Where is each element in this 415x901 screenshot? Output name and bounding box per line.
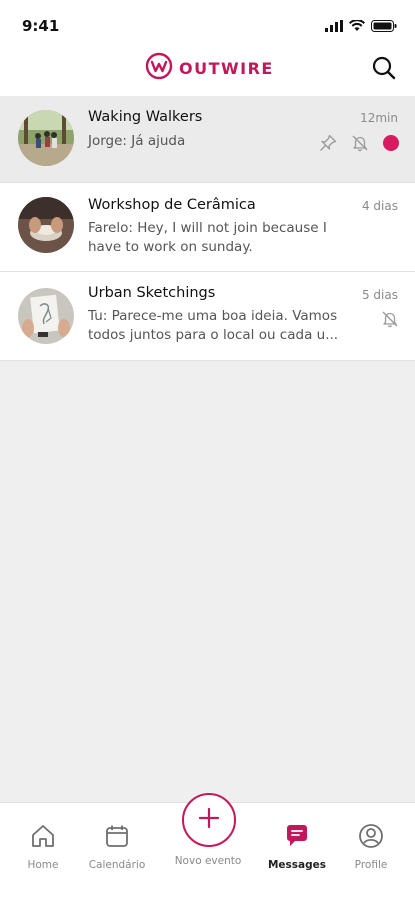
nav-home[interactable]: Home bbox=[8, 823, 78, 871]
logo-text: OUTWIRE bbox=[179, 58, 274, 78]
status-bar: 9:41 bbox=[0, 0, 415, 50]
logo-icon bbox=[145, 52, 173, 84]
bottom-navigation: Home Calendário Novo evento Messages Pro… bbox=[0, 793, 415, 901]
conversation-item[interactable]: Waking Walkers 12min Jorge: Já ajuda bbox=[0, 96, 415, 183]
conversation-time: 5 dias bbox=[361, 288, 398, 302]
muted-bell-icon bbox=[351, 134, 369, 156]
signal-icon bbox=[325, 17, 343, 36]
conversation-name: Urban Sketchings bbox=[88, 285, 216, 301]
status-time: 9:41 bbox=[22, 17, 60, 35]
app-logo: OUTWIRE bbox=[145, 52, 274, 84]
app-header: OUTWIRE bbox=[0, 50, 415, 96]
conversation-preview: Jorge: Já ajuda bbox=[88, 133, 186, 149]
avatar bbox=[18, 197, 74, 253]
conversation-item[interactable]: Workshop de Cerâmica 4 dias Farelo: Hey,… bbox=[0, 183, 415, 272]
nav-profile[interactable]: Profile bbox=[336, 823, 406, 871]
avatar bbox=[18, 288, 74, 344]
calendar-icon bbox=[104, 825, 130, 853]
chat-bubble-icon bbox=[284, 825, 310, 853]
nav-calendar-label: Calendário bbox=[88, 859, 146, 871]
conversation-list: Waking Walkers 12min Jorge: Já ajuda Wor… bbox=[0, 96, 415, 361]
new-event-label: Novo evento bbox=[174, 855, 242, 867]
conversation-item[interactable]: Urban Sketchings 5 dias Tu: Parece-me um… bbox=[0, 272, 415, 361]
battery-icon bbox=[371, 17, 397, 36]
profile-icon bbox=[358, 824, 384, 853]
conversation-name: Workshop de Cerâmica bbox=[88, 197, 256, 213]
search-icon bbox=[371, 56, 397, 85]
nav-messages[interactable]: Messages bbox=[262, 823, 332, 871]
muted-bell-icon bbox=[381, 310, 399, 332]
nav-calendar[interactable]: Calendário bbox=[82, 823, 152, 871]
avatar bbox=[18, 110, 74, 166]
conversation-status-icons bbox=[381, 310, 399, 332]
search-button[interactable] bbox=[371, 55, 399, 83]
conversation-name: Waking Walkers bbox=[88, 109, 203, 125]
plus-icon bbox=[198, 807, 220, 833]
status-icons bbox=[325, 17, 397, 36]
home-icon bbox=[30, 825, 56, 853]
nav-profile-label: Profile bbox=[354, 859, 388, 871]
conversation-status-icons bbox=[319, 134, 399, 156]
nav-messages-label: Messages bbox=[267, 859, 327, 871]
unread-dot-icon bbox=[383, 135, 399, 155]
conversation-preview: Tu: Parece-me uma boa ideia. Vamos todos… bbox=[88, 308, 339, 343]
nav-home-label: Home bbox=[27, 859, 59, 871]
conversation-time: 4 dias bbox=[361, 199, 398, 213]
new-event-button[interactable] bbox=[182, 793, 236, 847]
pin-icon bbox=[319, 134, 337, 156]
wifi-icon bbox=[349, 17, 365, 36]
conversation-preview: Farelo: Hey, I will not join because I h… bbox=[88, 220, 327, 255]
conversation-time: 12min bbox=[360, 111, 398, 125]
